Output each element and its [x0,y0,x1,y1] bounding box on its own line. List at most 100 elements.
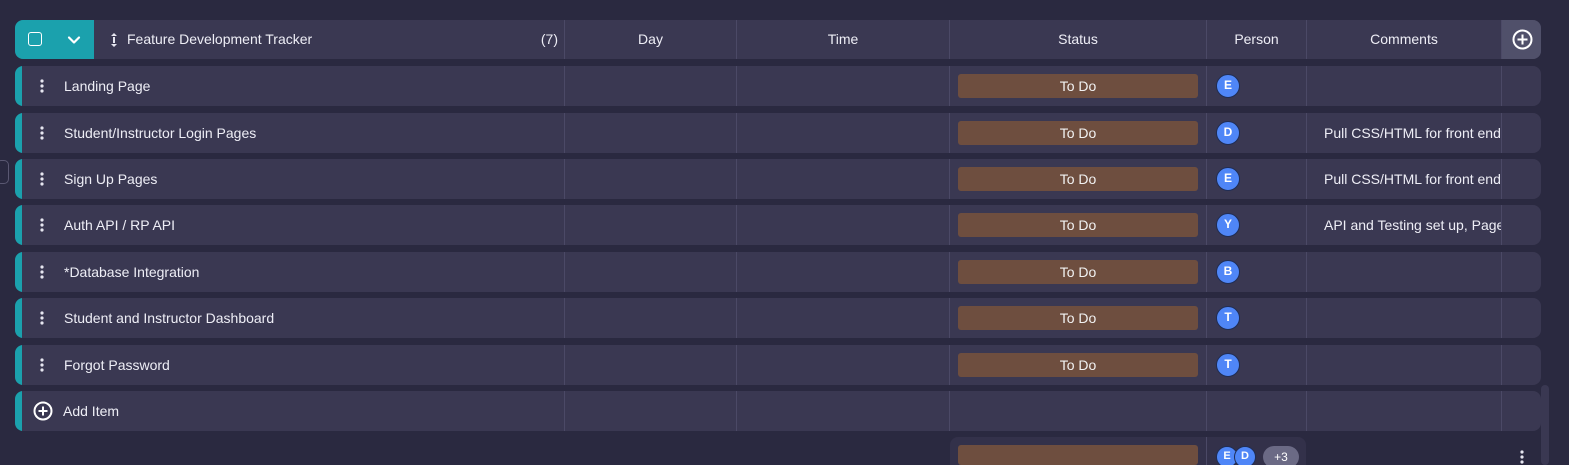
person-avatar[interactable]: B [1216,260,1240,284]
kebab-menu-icon[interactable] [40,311,44,325]
cell-divider [736,252,737,292]
cell-divider [1206,159,1207,199]
vertical-scrollbar[interactable] [1541,385,1549,465]
item-name[interactable]: Sign Up Pages [64,171,157,187]
comment-cell[interactable]: Pull CSS/HTML for front end [1324,125,1501,141]
group-title[interactable]: Feature Development Tracker [127,31,312,47]
cell-divider [1206,391,1207,431]
table-row[interactable]: *Database Integration To Do B [15,252,1541,292]
cell-divider [736,113,737,153]
person-avatar[interactable]: D [1216,121,1240,145]
status-cell[interactable]: To Do [958,353,1198,377]
cell-divider [949,66,950,106]
cell-divider [949,252,950,292]
person-avatar[interactable]: T [1216,353,1240,377]
group-color-block [15,20,94,59]
cell-divider [736,298,737,338]
column-header-comments[interactable]: Comments [1306,20,1501,59]
status-cell[interactable]: To Do [958,121,1198,145]
resize-handle[interactable] [0,160,9,184]
plus-circle-icon [1512,29,1533,50]
kebab-menu-icon[interactable] [40,126,44,140]
cell-divider [1501,391,1502,431]
cell-divider [564,159,565,199]
comment-cell[interactable]: Pull CSS/HTML for front end [1324,171,1501,187]
item-name[interactable]: Forgot Password [64,357,170,373]
item-name[interactable]: Student and Instructor Dashboard [64,310,274,326]
add-column-button[interactable] [1501,20,1541,59]
cell-divider [949,345,950,385]
cell-divider [1501,159,1502,199]
drag-handle-icon[interactable] [110,32,118,48]
kebab-menu-icon[interactable] [1520,450,1524,464]
kebab-menu-icon[interactable] [40,218,44,232]
item-name[interactable]: Auth API / RP API [64,217,175,233]
group-summary: E D +3 [950,437,1306,465]
table-row[interactable]: Sign Up Pages To Do E Pull CSS/HTML for … [15,159,1541,199]
person-avatar[interactable]: Y [1216,213,1240,237]
person-avatar[interactable]: T [1216,306,1240,330]
kebab-menu-icon[interactable] [40,79,44,93]
table-row[interactable]: Student/Instructor Login Pages To Do D P… [15,113,1541,153]
cell-divider [1206,205,1207,245]
cell-divider [564,345,565,385]
cell-divider [1306,113,1307,153]
column-header-status[interactable]: Status [949,20,1206,59]
item-name[interactable]: Landing Page [64,78,150,94]
cell-divider [564,66,565,106]
cell-divider [1501,205,1502,245]
cell-divider [1306,298,1307,338]
cell-divider [1306,66,1307,106]
cell-divider [564,391,565,431]
status-cell[interactable]: To Do [958,74,1198,98]
cell-divider [1306,252,1307,292]
status-cell[interactable]: To Do [958,213,1198,237]
chevron-down-icon[interactable] [67,33,81,47]
cell-divider [1206,252,1207,292]
column-header-person[interactable]: Person [1206,20,1306,59]
kebab-menu-icon[interactable] [40,358,44,372]
kebab-menu-icon[interactable] [40,265,44,279]
cell-divider [1306,345,1307,385]
item-name[interactable]: *Database Integration [64,264,199,280]
cell-divider [736,205,737,245]
cell-divider [1501,113,1502,153]
cell-divider [1501,252,1502,292]
table-row[interactable]: Auth API / RP API To Do Y API and Testin… [15,205,1541,245]
row-color-strip [15,113,22,153]
row-color-strip [15,66,22,106]
cell-divider [1306,391,1307,431]
cell-divider [1206,66,1207,106]
row-color-strip [15,205,22,245]
kebab-menu-icon[interactable] [40,172,44,186]
cell-divider [1501,345,1502,385]
status-cell[interactable]: To Do [958,167,1198,191]
cell-divider [1206,298,1207,338]
cell-divider [949,298,950,338]
person-avatar[interactable]: E [1216,74,1240,98]
cell-divider [564,298,565,338]
plus-circle-icon[interactable] [33,401,53,421]
cell-divider [736,345,737,385]
table-row[interactable]: Landing Page To Do E [15,66,1541,106]
comment-cell[interactable]: API and Testing set up, Page [1324,217,1501,233]
add-item-button[interactable]: Add Item [63,403,119,419]
select-all-checkbox[interactable] [28,32,42,46]
cell-divider [949,391,950,431]
cell-divider [1206,345,1207,385]
status-summary-bar[interactable] [958,445,1198,465]
person-avatar[interactable]: E [1216,167,1240,191]
summary-avatar[interactable]: D [1234,446,1256,465]
status-cell[interactable]: To Do [958,306,1198,330]
add-item-row[interactable]: Add Item [15,391,1541,431]
table-row[interactable]: Student and Instructor Dashboard To Do T [15,298,1541,338]
cell-divider [736,159,737,199]
table-row[interactable]: Forgot Password To Do T [15,345,1541,385]
more-people-badge[interactable]: +3 [1263,446,1299,465]
cell-divider [736,391,737,431]
column-header-time[interactable]: Time [736,20,949,59]
column-header-day[interactable]: Day [564,20,736,59]
status-cell[interactable]: To Do [958,260,1198,284]
item-name[interactable]: Student/Instructor Login Pages [64,125,256,141]
cell-divider [564,205,565,245]
